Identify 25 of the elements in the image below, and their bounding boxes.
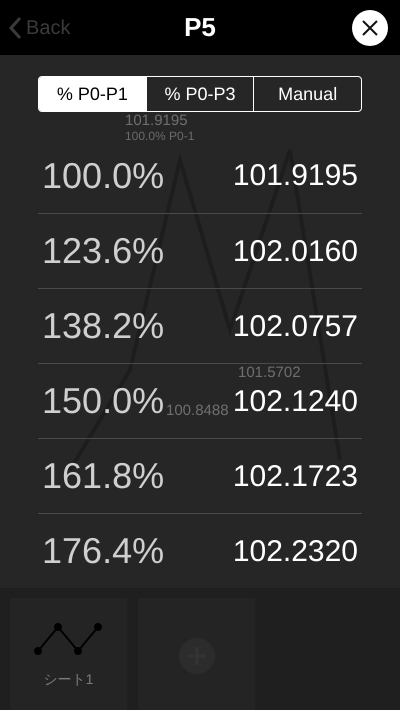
percent-label: 161.8%	[42, 454, 164, 498]
screen-title: P5	[184, 11, 216, 44]
segment-tab[interactable]: % P0-P1	[39, 77, 146, 111]
chevron-left-icon	[8, 16, 22, 40]
chart-value-label: 101.9195	[125, 112, 188, 129]
close-button[interactable]	[352, 10, 388, 46]
percent-label: 150.0%	[42, 379, 164, 423]
price-value: 102.1240	[232, 384, 358, 420]
segment-tab[interactable]: Manual	[253, 77, 361, 111]
price-value: 102.0160	[232, 234, 358, 270]
price-value: 102.2320	[232, 534, 358, 570]
price-value: 102.0757	[232, 308, 358, 344]
price-value: 102.1723	[232, 458, 358, 494]
close-icon	[361, 18, 379, 36]
price-value: 101.9195	[232, 158, 358, 194]
percent-label: 123.6%	[42, 229, 164, 273]
chart-value-label: 101.5702	[238, 364, 301, 381]
chart-value-label: 100.8488	[166, 402, 229, 419]
segment-tab[interactable]: % P0-P3	[146, 77, 254, 111]
percent-label: 100.0%	[42, 154, 164, 198]
line-chart-icon	[34, 621, 104, 657]
sheet-tile[interactable]: シート1	[10, 598, 127, 710]
percent-label: 138.2%	[42, 304, 164, 348]
chart-caption-label: 100.0% P0-1	[125, 129, 194, 143]
percent-label: 176.4%	[42, 529, 164, 573]
